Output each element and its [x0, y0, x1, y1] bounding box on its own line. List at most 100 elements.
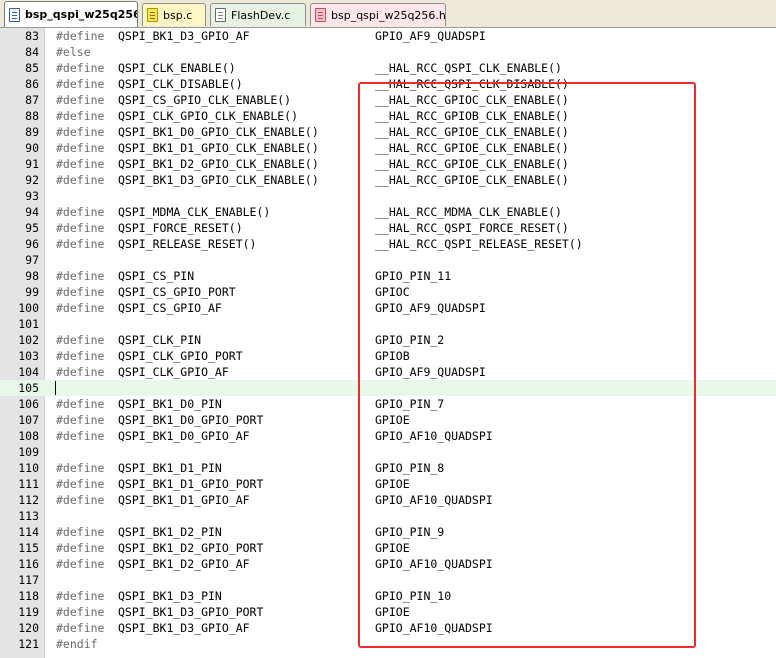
code-line[interactable]: 121 #endif: [0, 636, 776, 652]
code-line[interactable]: 114 #define QSPI_BK1_D2_PIN GPIO_PIN_9: [0, 524, 776, 540]
code-line[interactable]: 117: [0, 572, 776, 588]
macro-name: QSPI_CLK_GPIO_AF: [118, 365, 229, 379]
code-line[interactable]: 86 #define QSPI_CLK_DISABLE() __HAL_RCC_QSP…: [0, 76, 776, 92]
macro-value: GPIOE: [375, 541, 410, 555]
tab-bsp-qspi-w25q256-h[interactable]: bsp_qspi_w25q256.h: [310, 3, 446, 26]
macro-value: GPIO_PIN_8: [375, 461, 445, 475]
code-line[interactable]: 90 #define QSPI_BK1_D1_GPIO_CLK_ENABLE() __…: [0, 140, 776, 156]
code-line[interactable]: 111 #define QSPI_BK1_D1_GPIO_PORT GPIOE: [0, 476, 776, 492]
code-line[interactable]: 98 #define QSPI_CS_PIN GPIO_PIN_11: [0, 268, 776, 284]
line-number: 100: [18, 301, 39, 315]
code-editor[interactable]: 83 #define QSPI_BK1_D3_GPIO_AF GPIO_AF9_QUA…: [0, 28, 776, 658]
line-number: 87: [25, 93, 39, 107]
preprocessor-keyword: #define: [56, 77, 105, 91]
code-line[interactable]: 89 #define QSPI_BK1_D0_GPIO_CLK_ENABLE() __…: [0, 124, 776, 140]
preprocessor-keyword: #define: [56, 157, 105, 171]
code-line[interactable]: 107 #define QSPI_BK1_D0_GPIO_PORT GPIOE: [0, 412, 776, 428]
code-line[interactable]: 118 #define QSPI_BK1_D3_PIN GPIO_PIN_10: [0, 588, 776, 604]
preprocessor-keyword: #define: [56, 61, 105, 75]
preprocessor-keyword: #define: [56, 237, 105, 251]
code-line[interactable]: 91 #define QSPI_BK1_D2_GPIO_CLK_ENABLE() __…: [0, 156, 776, 172]
macro-name: QSPI_CLK_PIN: [118, 333, 202, 347]
code-line[interactable]: 95 #define QSPI_FORCE_RESET() __HAL_RCC_QSP…: [0, 220, 776, 236]
code-line[interactable]: 116 #define QSPI_BK1_D2_GPIO_AF GPIO_AF10_Q…: [0, 556, 776, 572]
tab-bsp-c[interactable]: bsp.c: [142, 3, 206, 26]
tab-bsp-qspi-w25q256-c[interactable]: bsp_qspi_w25q256.c: [4, 1, 138, 27]
line-number: 90: [25, 141, 39, 155]
code-line[interactable]: 85 #define QSPI_CLK_ENABLE() __HAL_RCC_QSPI…: [0, 60, 776, 76]
code-line[interactable]: 100 #define QSPI_CS_GPIO_AF GPIO_AF9_QUADSP…: [0, 300, 776, 316]
macro-value: __HAL_RCC_QSPI_CLK_DISABLE(): [375, 77, 569, 91]
code-line[interactable]: 110 #define QSPI_BK1_D1_PIN GPIO_PIN_8: [0, 460, 776, 476]
code-line[interactable]: 120 #define QSPI_BK1_D3_GPIO_AF GPIO_AF10_Q…: [0, 620, 776, 636]
preprocessor-keyword: #define: [56, 173, 105, 187]
code-line[interactable]: 97: [0, 252, 776, 268]
code-line[interactable]: 88 #define QSPI_CLK_GPIO_CLK_ENABLE() __HAL…: [0, 108, 776, 124]
text-cursor: [55, 381, 56, 395]
preprocessor-keyword: #define: [56, 125, 105, 139]
macro-name: QSPI_BK1_D0_GPIO_PORT: [118, 413, 264, 427]
code-line[interactable]: 115 #define QSPI_BK1_D2_GPIO_PORT GPIOE: [0, 540, 776, 556]
macro-name: QSPI_BK1_D0_PIN: [118, 397, 222, 411]
code-line[interactable]: 93: [0, 188, 776, 204]
code-line[interactable]: 119 #define QSPI_BK1_D3_GPIO_PORT GPIOE: [0, 604, 776, 620]
code-line[interactable]: 87 #define QSPI_CS_GPIO_CLK_ENABLE() __HAL_…: [0, 92, 776, 108]
line-number: 106: [18, 397, 39, 411]
code-line[interactable]: 101: [0, 316, 776, 332]
macro-name: QSPI_FORCE_RESET(): [118, 221, 243, 235]
preprocessor-keyword: #endif: [56, 637, 98, 651]
macro-value: GPIO_PIN_11: [375, 269, 452, 283]
code-line[interactable]: 109: [0, 444, 776, 460]
macro-name: QSPI_BK1_D2_PIN: [118, 525, 222, 539]
preprocessor-keyword: #define: [56, 557, 105, 571]
macro-value: GPIOE: [375, 413, 410, 427]
tab-flashdev-c[interactable]: FlashDev.c: [210, 3, 306, 26]
macro-value: __HAL_RCC_GPIOB_CLK_ENABLE(): [375, 109, 569, 123]
macro-name: QSPI_BK1_D3_GPIO_AF: [118, 29, 250, 43]
code-line[interactable]: 103 #define QSPI_CLK_GPIO_PORT GPIOB: [0, 348, 776, 364]
code-line[interactable]: 102 #define QSPI_CLK_PIN GPIO_PIN_2: [0, 332, 776, 348]
code-line[interactable]: 83 #define QSPI_BK1_D3_GPIO_AF GPIO_AF9_QUA…: [0, 28, 776, 44]
code-line[interactable]: 92 #define QSPI_BK1_D3_GPIO_CLK_ENABLE() __…: [0, 172, 776, 188]
line-number: 105: [18, 381, 39, 395]
preprocessor-keyword: #define: [56, 285, 105, 299]
line-number: 93: [25, 189, 39, 203]
line-number: 109: [18, 445, 39, 459]
code-line[interactable]: 104 #define QSPI_CLK_GPIO_AF GPIO_AF9_QUADS…: [0, 364, 776, 380]
macro-value: __HAL_RCC_GPIOE_CLK_ENABLE(): [375, 173, 569, 187]
c-file-icon: [9, 7, 20, 22]
preprocessor-keyword: #define: [56, 29, 105, 43]
macro-value: GPIO_PIN_7: [375, 397, 445, 411]
line-number: 120: [18, 621, 39, 635]
macro-value: GPIO_AF9_QUADSPI: [375, 365, 486, 379]
preprocessor-keyword: #define: [56, 461, 105, 475]
tab-label: bsp_qspi_w25q256.c: [25, 8, 137, 21]
macro-name: QSPI_BK1_D3_PIN: [118, 589, 222, 603]
macro-name: QSPI_BK1_D0_GPIO_CLK_ENABLE(): [118, 125, 319, 139]
macro-name: QSPI_BK1_D0_GPIO_AF: [118, 429, 250, 443]
code-line[interactable]: 94 #define QSPI_MDMA_CLK_ENABLE() __HAL_RCC…: [0, 204, 776, 220]
macro-name: QSPI_CS_GPIO_CLK_ENABLE(): [118, 93, 292, 107]
line-number: 107: [18, 413, 39, 427]
code-line[interactable]: 113: [0, 508, 776, 524]
code-line[interactable]: 106 #define QSPI_BK1_D0_PIN GPIO_PIN_7: [0, 396, 776, 412]
macro-name: QSPI_BK1_D3_GPIO_PORT: [118, 605, 264, 619]
macro-value: GPIO_AF9_QUADSPI: [375, 29, 486, 43]
macro-value: GPIO_AF9_QUADSPI: [375, 301, 486, 315]
macro-value: __HAL_RCC_QSPI_CLK_ENABLE(): [375, 61, 562, 75]
code-line[interactable]: 105: [0, 380, 776, 396]
line-number: 86: [25, 77, 39, 91]
code-line[interactable]: 96 #define QSPI_RELEASE_RESET() __HAL_RCC_Q…: [0, 236, 776, 252]
line-number: 108: [18, 429, 39, 443]
line-number: 114: [18, 525, 39, 539]
preprocessor-keyword: #else: [56, 45, 91, 59]
macro-name: QSPI_CS_GPIO_PORT: [118, 285, 236, 299]
line-number: 89: [25, 125, 39, 139]
macro-name: QSPI_CLK_GPIO_PORT: [118, 349, 243, 363]
code-line[interactable]: 112 #define QSPI_BK1_D1_GPIO_AF GPIO_AF10_Q…: [0, 492, 776, 508]
preprocessor-keyword: #define: [56, 141, 105, 155]
code-line[interactable]: 108 #define QSPI_BK1_D0_GPIO_AF GPIO_AF10_Q…: [0, 428, 776, 444]
preprocessor-keyword: #define: [56, 621, 105, 635]
code-line[interactable]: 84 #else: [0, 44, 776, 60]
code-line[interactable]: 99 #define QSPI_CS_GPIO_PORT GPIOC: [0, 284, 776, 300]
